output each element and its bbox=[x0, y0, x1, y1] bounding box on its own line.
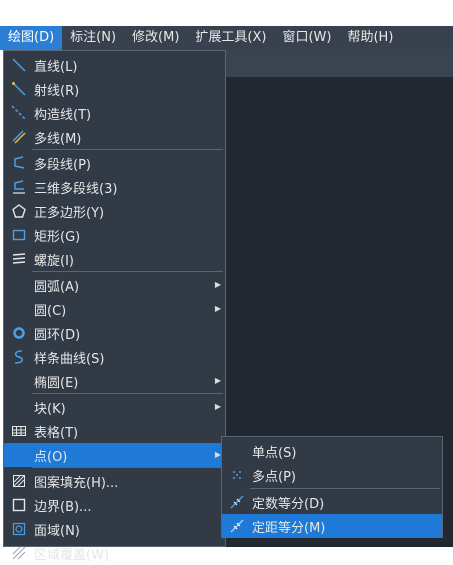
menu-item-label: 椭圆(E) bbox=[34, 375, 79, 391]
3d-polyline-icon bbox=[4, 175, 34, 199]
region-icon bbox=[4, 517, 34, 541]
menu-item-ray[interactable]: 射线(R) bbox=[4, 77, 225, 101]
menu-item-label: 点(O) bbox=[34, 449, 68, 465]
menu-dimension[interactable]: 标注(N) bbox=[62, 26, 124, 50]
menu-item-table[interactable]: 表格(T) bbox=[4, 419, 225, 443]
spline-icon bbox=[4, 345, 34, 369]
measure-icon bbox=[222, 514, 252, 538]
menu-item-label: 块(K) bbox=[34, 401, 66, 417]
point-submenu: 单点(S) 多点(P) 定数等分(D) 定距等分(M) bbox=[221, 436, 443, 538]
submenu-arrow-icon: ▶ bbox=[214, 376, 221, 385]
helix-icon bbox=[4, 247, 34, 271]
menu-separator bbox=[32, 467, 223, 468]
menu-item-label: 单点(S) bbox=[252, 445, 297, 461]
line-icon bbox=[4, 53, 34, 77]
menu-item-helix[interactable]: 螺旋(I) bbox=[4, 247, 225, 271]
submenu-item-single-point[interactable]: 单点(S) bbox=[222, 439, 442, 463]
menu-item-point[interactable]: 点(O) ▶ bbox=[4, 443, 225, 467]
polygon-icon bbox=[4, 199, 34, 223]
submenu-item-divide[interactable]: 定数等分(D) bbox=[222, 490, 442, 514]
submenu-arrow-icon: ▶ bbox=[214, 280, 221, 289]
menu-item-label: 矩形(G) bbox=[34, 229, 81, 245]
menu-item-hatch[interactable]: 图案填充(H)... bbox=[4, 469, 225, 493]
menu-item-spline[interactable]: 样条曲线(S) bbox=[4, 345, 225, 369]
menu-item-label: 圆环(D) bbox=[34, 327, 81, 343]
menu-item-block[interactable]: 块(K) ▶ bbox=[4, 395, 225, 419]
menu-item-ellipse[interactable]: 椭圆(E) ▶ bbox=[4, 369, 225, 393]
multiple-points-icon bbox=[222, 463, 252, 487]
menu-item-label: 区域覆盖(W) bbox=[34, 547, 109, 563]
menu-help[interactable]: 帮助(H) bbox=[339, 26, 401, 50]
menu-separator bbox=[250, 488, 440, 489]
polyline-icon bbox=[4, 151, 34, 175]
menu-item-polyline[interactable]: 多段线(P) bbox=[4, 151, 225, 175]
menu-item-rectangle[interactable]: 矩形(G) bbox=[4, 223, 225, 247]
xline-icon bbox=[4, 101, 34, 125]
menu-separator bbox=[32, 393, 223, 394]
table-icon bbox=[4, 419, 34, 443]
submenu-item-multiple-points[interactable]: 多点(P) bbox=[222, 463, 442, 487]
menu-item-wipeout[interactable]: 区域覆盖(W) bbox=[4, 541, 225, 565]
menu-draw[interactable]: 绘图(D) bbox=[0, 26, 63, 50]
menu-item-label: 图案填充(H)... bbox=[34, 475, 119, 491]
menu-extension-tools[interactable]: 扩展工具(X) bbox=[187, 26, 274, 50]
menu-item-polygon[interactable]: 正多边形(Y) bbox=[4, 199, 225, 223]
menu-item-label: 定数等分(D) bbox=[252, 496, 325, 512]
menu-item-label: 定距等分(M) bbox=[252, 520, 326, 536]
draw-menu: 直线(L) 射线(R) 构造线(T) 多线(M) 多段线(P) 三维多段线(3) bbox=[3, 50, 226, 563]
menu-item-label: 构造线(T) bbox=[34, 107, 92, 123]
menu-bar: 绘图(D) 标注(N) 修改(M) 扩展工具(X) 窗口(W) 帮助(H) bbox=[0, 26, 453, 50]
menu-item-label: 直线(L) bbox=[34, 59, 78, 75]
menu-item-label: 正多边形(Y) bbox=[34, 205, 105, 221]
menu-item-label: 三维多段线(3) bbox=[34, 181, 118, 197]
menu-item-line[interactable]: 直线(L) bbox=[4, 53, 225, 77]
menu-item-multiline[interactable]: 多线(M) bbox=[4, 125, 225, 149]
menu-item-construction-line[interactable]: 构造线(T) bbox=[4, 101, 225, 125]
menu-item-label: 多线(M) bbox=[34, 131, 82, 147]
submenu-item-measure[interactable]: 定距等分(M) bbox=[222, 514, 442, 538]
rectangle-icon bbox=[4, 223, 34, 247]
multiline-icon bbox=[4, 125, 34, 149]
menu-separator bbox=[32, 271, 223, 272]
donut-icon bbox=[4, 321, 34, 345]
menu-window[interactable]: 窗口(W) bbox=[274, 26, 339, 50]
menu-item-label: 多点(P) bbox=[252, 469, 296, 485]
menu-item-label: 射线(R) bbox=[34, 83, 80, 99]
menu-separator bbox=[32, 149, 223, 150]
menu-item-boundary[interactable]: 边界(B)... bbox=[4, 493, 225, 517]
submenu-arrow-icon: ▶ bbox=[214, 402, 221, 411]
hatch-icon bbox=[4, 469, 34, 493]
menu-item-label: 圆弧(A) bbox=[34, 279, 80, 295]
menu-item-region[interactable]: 面域(N) bbox=[4, 517, 225, 541]
menu-item-label: 面域(N) bbox=[34, 523, 80, 539]
submenu-arrow-icon: ▶ bbox=[214, 304, 221, 313]
menu-item-donut[interactable]: 圆环(D) bbox=[4, 321, 225, 345]
menu-item-label: 边界(B)... bbox=[34, 499, 92, 515]
menu-item-circle[interactable]: 圆(C) ▶ bbox=[4, 297, 225, 321]
menu-item-label: 表格(T) bbox=[34, 425, 79, 441]
menu-modify[interactable]: 修改(M) bbox=[124, 26, 187, 50]
menu-item-label: 螺旋(I) bbox=[34, 253, 74, 269]
ray-icon bbox=[4, 77, 34, 101]
toolbar-strip bbox=[226, 50, 453, 77]
menu-item-label: 样条曲线(S) bbox=[34, 351, 105, 367]
menu-item-label: 圆(C) bbox=[34, 303, 67, 319]
divide-icon bbox=[222, 490, 252, 514]
wipeout-icon bbox=[4, 541, 34, 565]
menu-item-label: 多段线(P) bbox=[34, 157, 91, 173]
boundary-icon bbox=[4, 493, 34, 517]
menu-item-arc[interactable]: 圆弧(A) ▶ bbox=[4, 273, 225, 297]
menu-item-3d-polyline[interactable]: 三维多段线(3) bbox=[4, 175, 225, 199]
